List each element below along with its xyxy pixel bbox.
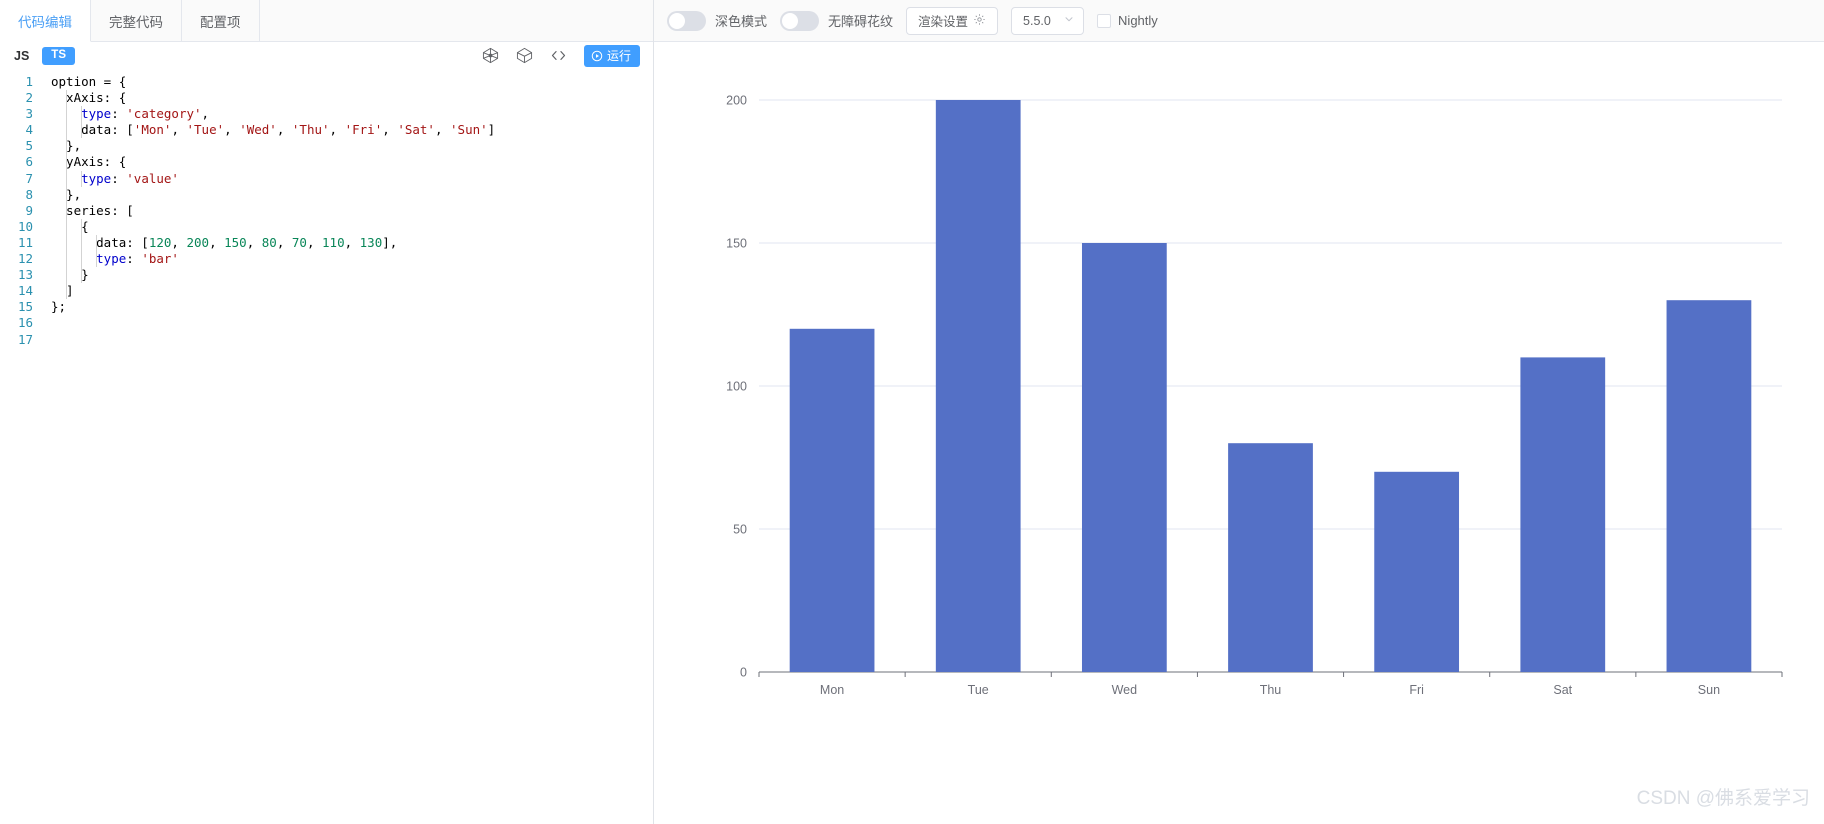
preview-panel: 深色模式 无障碍花纹 渲染设置 5.5.0 Nightly 0 50 100 1… xyxy=(654,0,1824,824)
indent-guide xyxy=(81,170,83,187)
y-axis-tick-label: 150 xyxy=(726,237,747,251)
editor-toolbar-actions: 运行 xyxy=(482,44,640,68)
code-line: data: ['Mon', 'Tue', 'Wed', 'Thu', 'Fri'… xyxy=(51,122,496,138)
x-axis-tick-label: Fri xyxy=(1409,683,1424,697)
bar-chart: 0 50 100 150 200 Mon Tue Wed Thu Fri Sat Sun xyxy=(726,94,1783,697)
run-button-label: 运行 xyxy=(606,48,631,63)
code-line: ] xyxy=(51,283,74,299)
line-number: 3 xyxy=(25,106,33,122)
code-brackets-icon[interactable] xyxy=(550,47,567,64)
code-line: type: 'value' xyxy=(81,170,179,186)
code-line: yAxis: { xyxy=(51,154,127,170)
preview-toolbar: 深色模式 无障碍花纹 渲染设置 5.5.0 Nightly xyxy=(654,0,1824,42)
line-number: 4 xyxy=(25,122,33,138)
x-axis-tick-label: Sat xyxy=(1553,683,1572,697)
code-line: series: [ xyxy=(51,202,134,218)
palette-icon[interactable] xyxy=(482,47,499,64)
line-number: 2 xyxy=(25,90,33,106)
chevron-down-icon xyxy=(1063,13,1075,28)
bar[interactable] xyxy=(935,100,1021,672)
code-line: type: 'bar' xyxy=(96,251,179,267)
accessibility-pattern-toggle[interactable] xyxy=(780,10,820,31)
code-editor-area[interactable]: 1 2 3 4 5 6 7 8 9 10 11 12 13 14 15 16 17 option = { xAx… xyxy=(0,70,653,824)
line-number: 17 xyxy=(17,331,33,347)
cube-icon[interactable] xyxy=(516,47,533,64)
dark-mode-toggle[interactable] xyxy=(667,10,706,31)
line-number: 10 xyxy=(17,218,33,234)
line-number: 9 xyxy=(25,202,33,218)
indent-guide xyxy=(81,106,83,139)
line-number: 11 xyxy=(17,234,33,250)
code-line: { xyxy=(51,218,89,234)
code-editor-panel: 代码编辑 完整代码 配置项 JS TS 运行 1 2 3 4 5 6 7 8 9… xyxy=(0,0,654,824)
version-value: 5.5.0 xyxy=(1023,13,1051,28)
gear-icon xyxy=(973,13,986,29)
lang-js-button[interactable]: JS xyxy=(10,48,33,65)
indent-guide xyxy=(66,90,68,300)
line-number: 15 xyxy=(17,299,33,315)
nightly-checkbox[interactable] xyxy=(1097,13,1112,28)
render-settings-label: 渲染设置 xyxy=(918,15,969,29)
indent-guide xyxy=(96,235,98,268)
nightly-label: Nightly xyxy=(1118,13,1158,28)
line-number: 7 xyxy=(25,170,33,186)
line-number-gutter: 1 2 3 4 5 6 7 8 9 10 11 12 13 14 15 16 17 xyxy=(0,74,41,824)
accessibility-pattern-label: 无障碍花纹 xyxy=(828,14,894,29)
code-line: }, xyxy=(66,138,82,154)
version-select[interactable]: 5.5.0 xyxy=(1011,6,1085,35)
line-number: 14 xyxy=(17,283,33,299)
y-axis-tick-label: 0 xyxy=(740,666,747,680)
language-toggle-group: JS TS xyxy=(10,47,75,65)
indent-guide xyxy=(81,218,83,284)
dark-mode-label: 深色模式 xyxy=(715,14,768,29)
line-number: 1 xyxy=(25,74,33,89)
x-axis-tick-label: Sun xyxy=(1698,683,1720,697)
x-axis-tick-label: Wed xyxy=(1112,683,1138,697)
y-axis-tick-label: 50 xyxy=(733,523,747,537)
play-icon xyxy=(591,50,603,62)
chart-container: 0 50 100 150 200 Mon Tue Wed Thu Fri Sat Sun CSDN @… xyxy=(654,42,1824,824)
editor-tabbar: 代码编辑 完整代码 配置项 xyxy=(0,0,653,42)
code-line: xAxis: { xyxy=(51,90,127,106)
line-number: 8 xyxy=(25,186,33,202)
bar[interactable] xyxy=(1666,300,1752,672)
x-axis-tick-label: Thu xyxy=(1260,683,1282,697)
bar[interactable] xyxy=(1228,443,1313,672)
line-number: 6 xyxy=(25,154,33,170)
line-number: 12 xyxy=(17,251,33,267)
code-line: type: 'category', xyxy=(81,106,210,122)
bar[interactable] xyxy=(1081,243,1167,672)
code-line: }; xyxy=(51,299,67,315)
run-button[interactable]: 运行 xyxy=(583,44,640,68)
line-number: 5 xyxy=(25,138,33,154)
tab-options[interactable]: 配置项 xyxy=(182,0,260,41)
lang-ts-button[interactable]: TS xyxy=(42,47,75,65)
y-axis-tick-label: 200 xyxy=(726,94,747,108)
code-line: }, xyxy=(66,186,82,202)
code-line: } xyxy=(51,267,89,283)
x-axis-tick-label: Mon xyxy=(820,683,844,697)
code-line: data: [120, 200, 150, 80, 70, 110, 130], xyxy=(51,234,398,250)
accessibility-pattern-control: 无障碍花纹 xyxy=(780,10,894,31)
code-content[interactable]: option = { xAxis: { type: 'category', da… xyxy=(41,74,653,824)
x-axis-tick-label: Tue xyxy=(968,683,989,697)
app-root: 代码编辑 完整代码 配置项 JS TS 运行 1 2 3 4 5 6 7 8 9… xyxy=(0,0,1824,824)
editor-toolbar: JS TS 运行 xyxy=(0,42,653,70)
tab-full-code[interactable]: 完整代码 xyxy=(91,0,182,41)
line-number: 13 xyxy=(17,267,33,283)
render-settings-button[interactable]: 渲染设置 xyxy=(906,6,999,35)
tab-code-edit[interactable]: 代码编辑 xyxy=(0,0,91,42)
bar[interactable] xyxy=(1520,357,1606,672)
dark-mode-control: 深色模式 xyxy=(667,10,768,31)
nightly-checkbox-control[interactable]: Nightly xyxy=(1097,13,1158,28)
line-number: 16 xyxy=(17,315,33,331)
bar[interactable] xyxy=(789,328,875,672)
bar[interactable] xyxy=(1374,471,1460,672)
y-axis-tick-label: 100 xyxy=(726,380,747,394)
code-line: option = { xyxy=(51,74,127,89)
